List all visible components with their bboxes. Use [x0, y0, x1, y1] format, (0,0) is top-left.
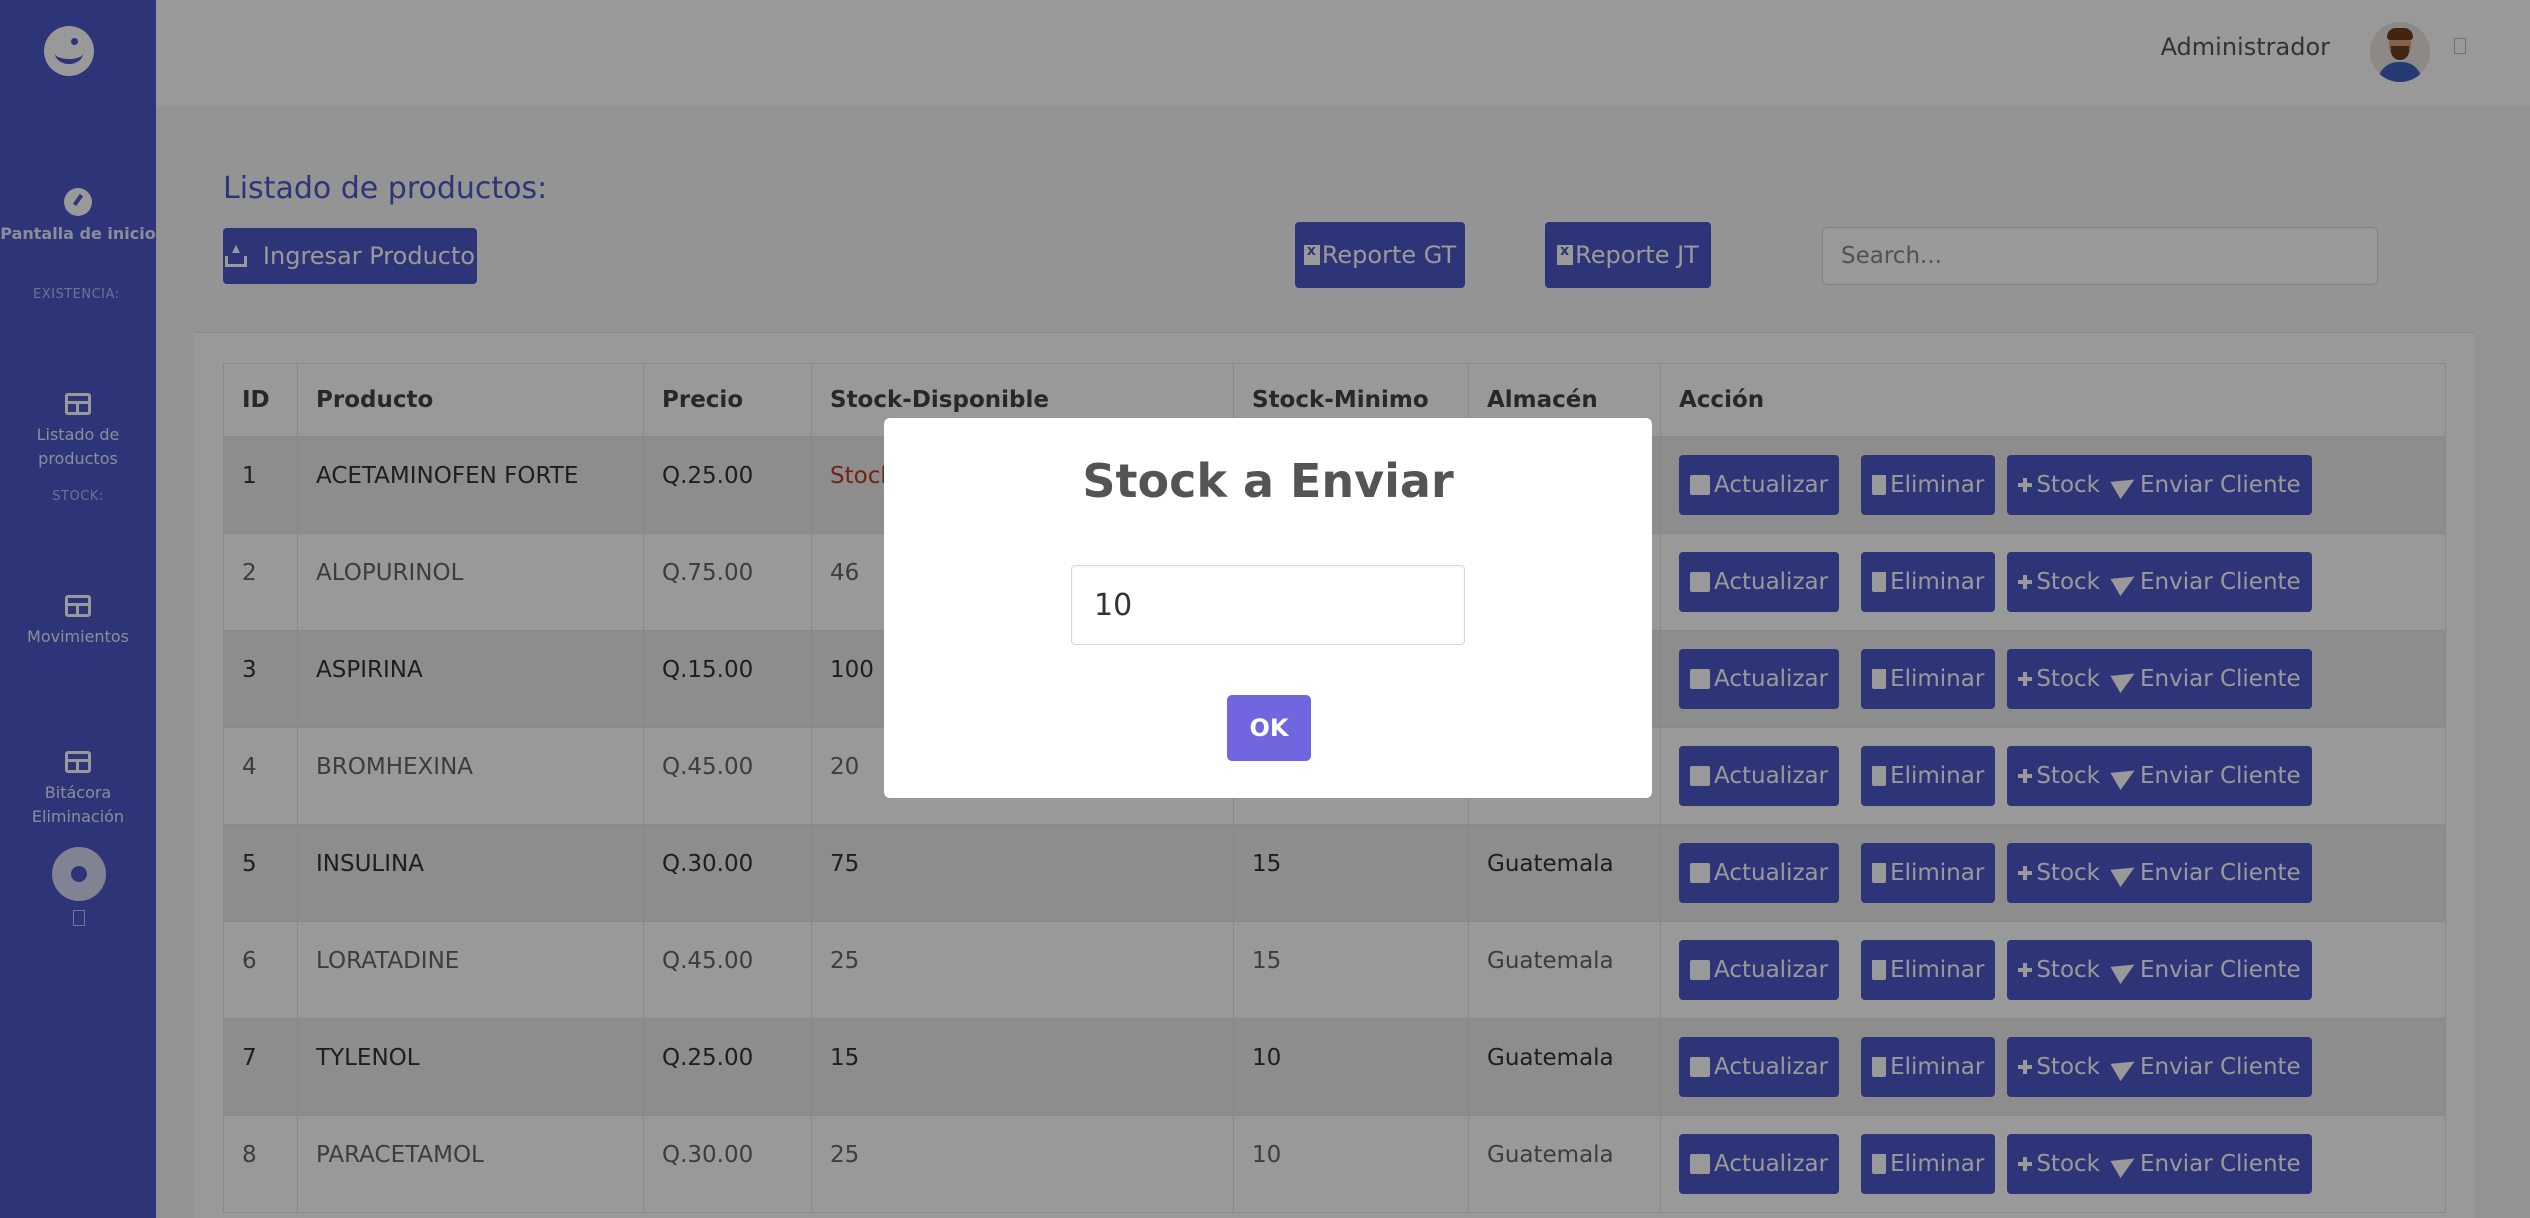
- modal-backdrop[interactable]: Stock a Enviar OK: [0, 0, 2530, 1218]
- stock-quantity-input[interactable]: [1071, 565, 1465, 645]
- ok-button[interactable]: OK: [1227, 695, 1311, 761]
- stock-dialog: Stock a Enviar OK: [884, 418, 1652, 798]
- dialog-title: Stock a Enviar: [1082, 454, 1454, 508]
